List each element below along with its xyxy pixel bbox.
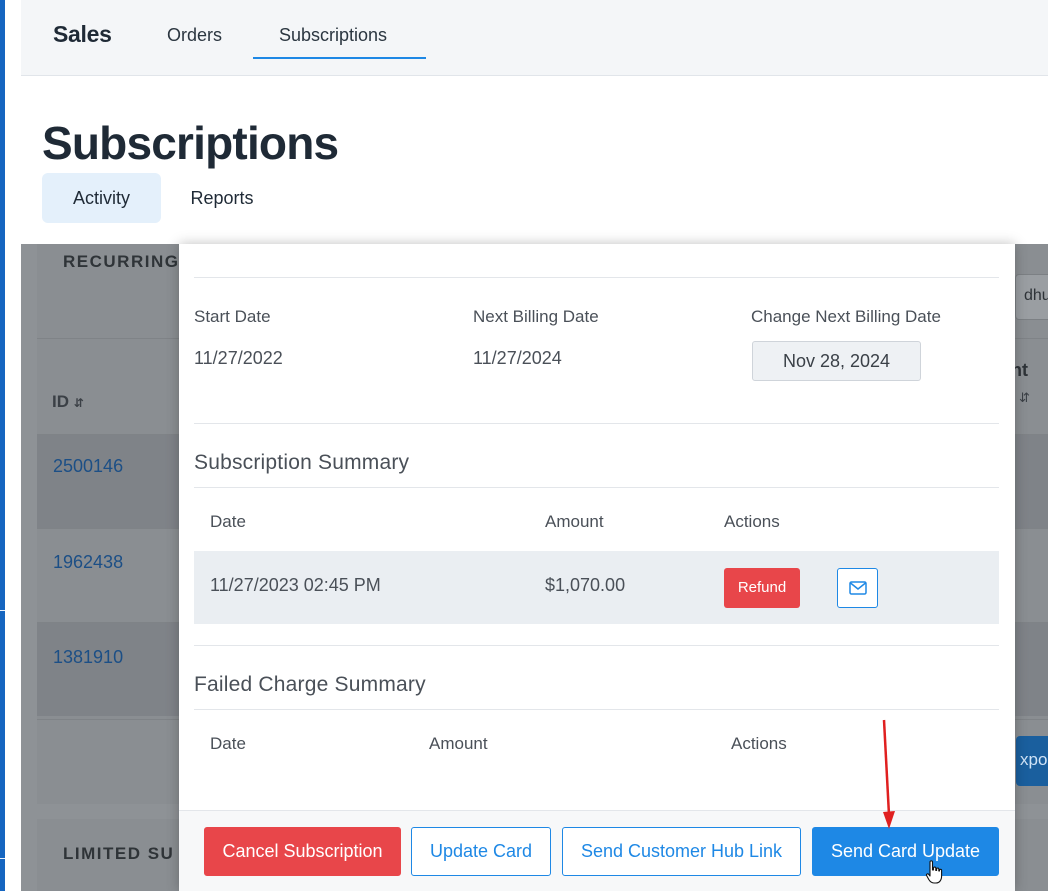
mail-icon (849, 581, 867, 595)
send-customer-hub-link-button[interactable]: Send Customer Hub Link (562, 827, 801, 876)
charge-amount: $1,070.00 (545, 575, 626, 595)
subscription-summary-title: Subscription Summary (194, 451, 410, 474)
column-header-actions: Actions (731, 734, 787, 753)
subscription-id-link[interactable]: 1962438 (53, 552, 123, 573)
update-card-button[interactable]: Update Card (411, 827, 551, 876)
id-column-label: ID (52, 392, 69, 411)
column-header-date: Date (210, 512, 246, 531)
next-billing-date-input[interactable]: Nov 28, 2024 (752, 341, 921, 381)
top-navigation: Sales Orders Subscriptions (21, 0, 1048, 76)
recurring-heading: RECURRING (63, 252, 180, 271)
change-billing-label: Change Next Billing Date (751, 307, 941, 326)
start-date-label: Start Date (194, 307, 271, 326)
brand-title: Sales (53, 21, 112, 47)
next-billing-label: Next Billing Date (473, 307, 599, 326)
divider (194, 277, 999, 278)
subscription-modal: Start Date 11/27/2022 Next Billing Date … (179, 244, 1015, 891)
page-title: Subscriptions (42, 117, 339, 169)
column-header-amount: Amount (429, 734, 488, 753)
sort-icon: ⇵ (1019, 390, 1030, 405)
nav-orders[interactable]: Orders (167, 25, 222, 46)
sort-icon: ⇵ (73, 396, 84, 410)
subscription-id-link[interactable]: 1381910 (53, 647, 123, 668)
id-column-header[interactable]: ID ⇵ (52, 392, 84, 412)
tab-reports[interactable]: Reports (166, 173, 278, 223)
modal-footer: Cancel Subscription Update Card Send Cus… (179, 810, 1015, 891)
export-button[interactable]: xpor (1016, 736, 1048, 786)
start-date-value: 11/27/2022 (194, 348, 283, 368)
nav-subscriptions[interactable]: Subscriptions (279, 25, 387, 46)
tab-activity[interactable]: Activity (42, 173, 161, 223)
column-header-amount: Amount (545, 512, 604, 531)
divider (194, 487, 999, 488)
cancel-subscription-button[interactable]: Cancel Subscription (204, 827, 401, 876)
divider (194, 423, 999, 424)
subscription-id-link[interactable]: 2500146 (53, 456, 123, 477)
divider (194, 645, 999, 646)
charge-date: 11/27/2023 02:45 PM (210, 575, 381, 595)
taskbar-edge (0, 0, 5, 891)
column-header-actions: Actions (724, 512, 780, 531)
column-header-date: Date (210, 734, 246, 753)
active-nav-indicator (253, 57, 426, 59)
send-card-update-button[interactable]: Send Card Update (812, 827, 999, 876)
divider (194, 709, 999, 710)
failed-charge-summary-title: Failed Charge Summary (194, 673, 426, 696)
refund-button[interactable]: Refund (724, 568, 800, 608)
next-billing-value: 11/27/2024 (473, 348, 562, 368)
email-receipt-button[interactable] (837, 568, 878, 608)
limited-heading: LIMITED SU (63, 844, 175, 863)
filter-select[interactable]: dhu (1015, 274, 1048, 320)
